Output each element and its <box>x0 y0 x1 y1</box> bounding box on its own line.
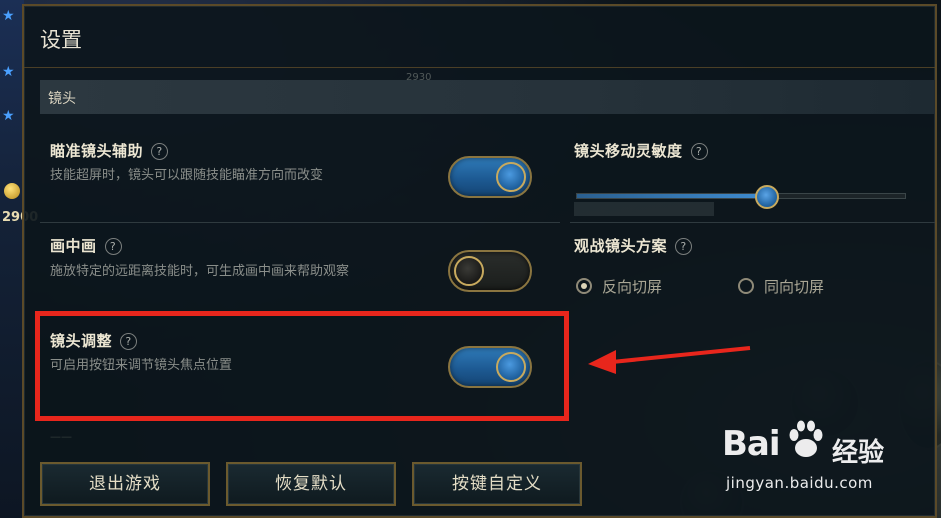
watermark-url: jingyan.baidu.com <box>726 474 873 492</box>
game-screen: ★ ★ ★ 2900 设置 2930 镜头 瞄准镜头辅助? 技能超屏时，镜头可以… <box>0 0 941 518</box>
baidu-paw-icon <box>789 420 823 457</box>
watermark-brand-cn: 经验 <box>832 438 885 468</box>
arrow-shaft <box>611 346 751 364</box>
baidu-jingyan-watermark: Bai 经验 jingyan.baidu.com <box>722 418 922 508</box>
watermark-brand: Bai <box>722 424 781 464</box>
arrow-head <box>588 350 616 374</box>
